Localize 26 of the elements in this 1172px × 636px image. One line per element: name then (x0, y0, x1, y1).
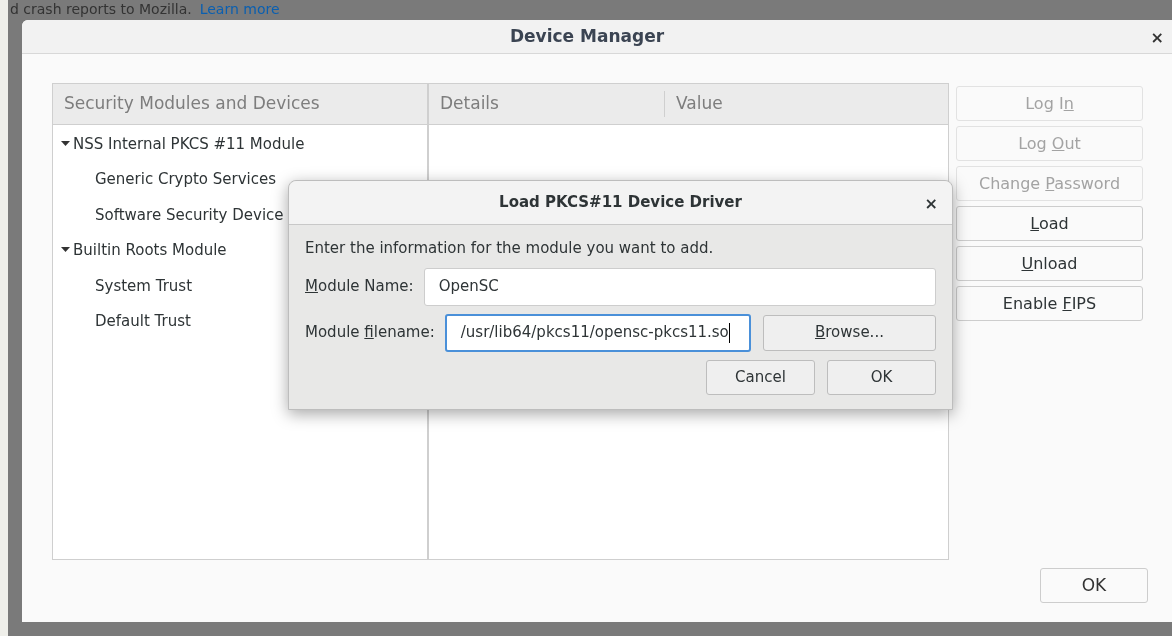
tree-item[interactable]: System Trust (95, 274, 193, 297)
tree-item[interactable]: Builtin Roots Module (73, 239, 227, 262)
dialog-instructions: Enter the information for the module you want to add. (305, 238, 715, 259)
side-button[interactable]: Enable FIPS (956, 286, 1143, 321)
dialog-title: Load PKCS#11 Device Driver (499, 192, 742, 214)
dialog-button[interactable]: OK (827, 359, 936, 395)
dialog-button[interactable]: Cancel (706, 359, 815, 395)
field-label: Module filename: (305, 322, 435, 344)
text-field[interactable]: /usr/lib64/pkcs11/opensc-pkcs11.so (444, 313, 751, 352)
text-field[interactable]: OpenSC (423, 267, 936, 306)
side-button[interactable]: Unload (956, 246, 1143, 281)
expanded-arrow-icon[interactable] (61, 247, 70, 254)
tree-item[interactable]: NSS Internal PKCS #11 Module (73, 132, 305, 155)
background-text: d crash reports to Mozilla. (10, 1, 192, 18)
side-button[interactable]: Load (956, 206, 1143, 241)
ok-button[interactable]: OK (1040, 568, 1148, 603)
tree-item[interactable]: Software Security Device (95, 203, 284, 226)
tree-item[interactable]: Generic Crypto Services (95, 168, 277, 191)
tree-item[interactable]: Default Trust (95, 310, 191, 333)
expanded-arrow-icon[interactable] (61, 140, 70, 147)
field-label: Module Name: (305, 276, 414, 298)
browse-button[interactable]: Browse... (762, 314, 936, 351)
close-button[interactable]: × (924, 192, 938, 216)
column-header[interactable]: Value (665, 91, 734, 117)
window-title: Device Manager (509, 24, 666, 48)
close-button[interactable]: × (1150, 26, 1164, 50)
